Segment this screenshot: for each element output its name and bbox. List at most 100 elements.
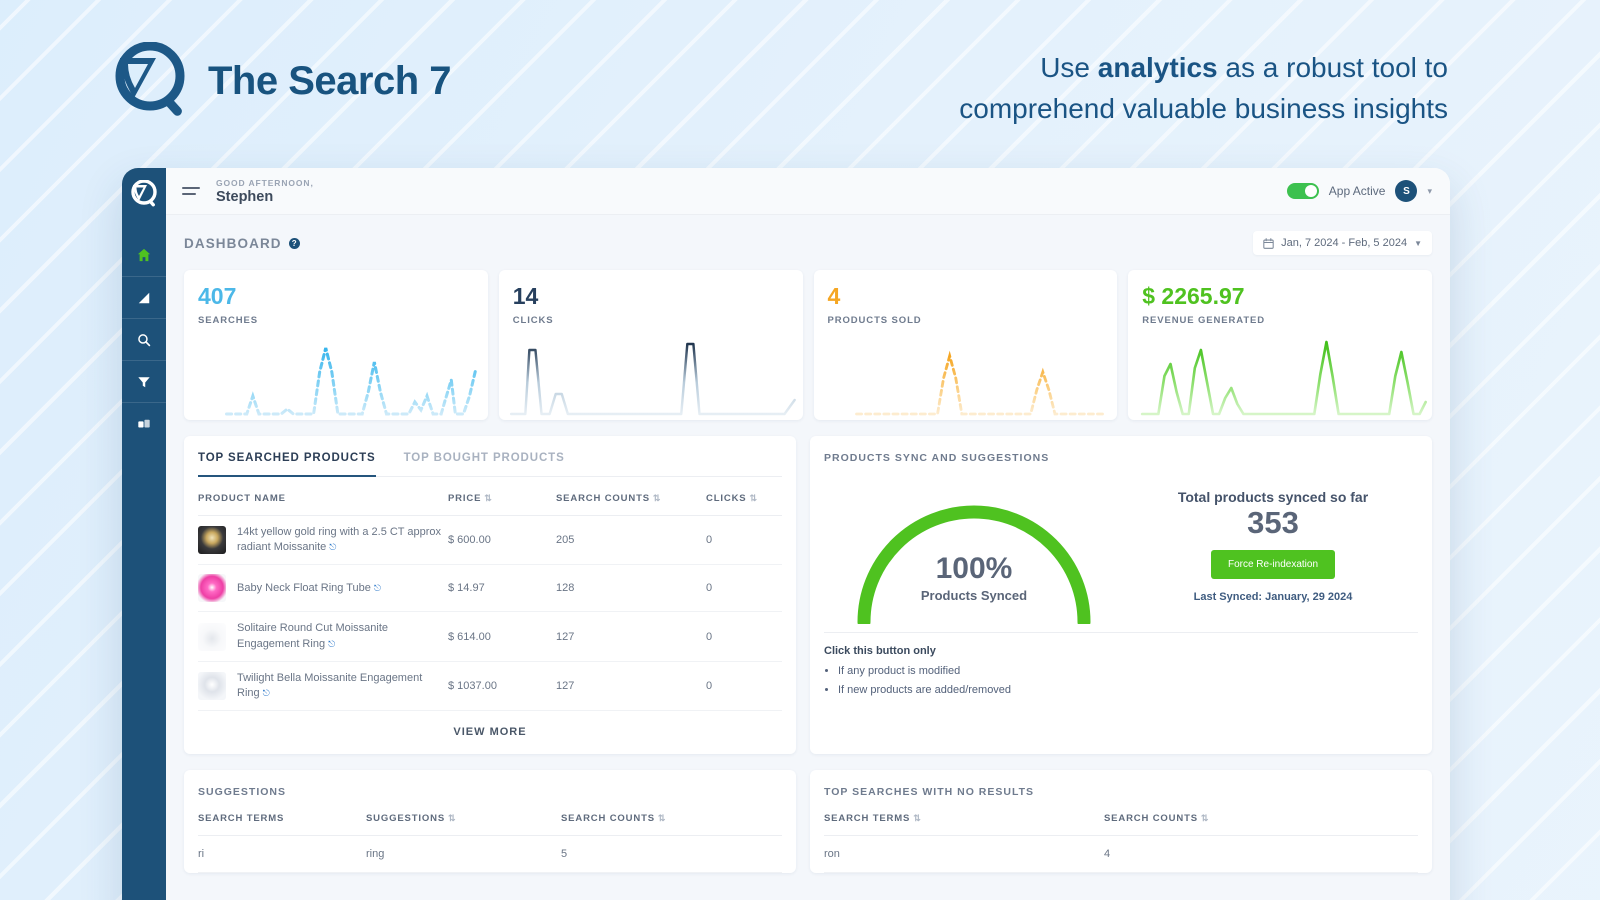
col-search-counts[interactable]: SEARCH COUNTS ⇅: [561, 798, 782, 837]
sync-summary: Total products synced so far 353 Force R…: [1124, 489, 1418, 603]
gauge-percent: 100%: [935, 552, 1013, 585]
table-header-row: SEARCH TERMS ⇅ SEARCH COUNTS ⇅: [824, 798, 1418, 837]
kpi-products-sold-label: PRODUCTS SOLD: [827, 315, 922, 327]
table-row: ri ring 5: [198, 835, 782, 874]
cell-clicks: 0: [706, 564, 782, 613]
suggestions-table: SEARCH TERMS SUGGESTIONS ⇅ SEARCH COUNTS ⇅…: [198, 798, 782, 874]
external-link-icon[interactable]: ⎋: [263, 688, 270, 698]
col-clicks[interactable]: CLICKS ⇅: [706, 477, 782, 516]
cell-search-counts: 205: [556, 515, 706, 566]
promo-header: The Search 7 Use analytics as a robust t…: [0, 0, 1600, 170]
total-synced-heading: Total products synced so far: [1177, 489, 1369, 506]
dashboard-row-3: SUGGESTIONS SEARCH TERMS SUGGESTIONS ⇅ SE…: [184, 770, 1432, 874]
user-name: Stephen: [216, 188, 274, 205]
table-row: 14kt yellow gold ring with a 2.5 CT appr…: [198, 515, 782, 566]
col-search-terms[interactable]: SEARCH TERMS ⇅: [824, 798, 1104, 837]
product-name-text: Baby Neck Float Ring Tube: [237, 581, 371, 594]
table-row: ron 4: [824, 835, 1418, 874]
cell-price: $ 14.97: [448, 564, 556, 613]
sidebar-item-filters[interactable]: [122, 360, 166, 402]
tagline-line2: comprehend valuable business insights: [959, 92, 1448, 124]
force-reindexation-button[interactable]: Force Re-indexation: [1210, 549, 1336, 579]
no-results-title: TOP SEARCHES WITH NO RESULTS: [824, 786, 1035, 799]
col-price[interactable]: PRICE ⇅: [448, 477, 556, 516]
sort-icon: ⇅: [1200, 813, 1210, 824]
col-product-name: PRODUCT NAME: [198, 477, 448, 516]
question-mark-icon[interactable]: ?: [288, 237, 300, 249]
kpi-revenue-value: $ 2265.97: [1142, 283, 1245, 309]
view-more-button[interactable]: VIEW MORE: [198, 711, 782, 754]
col-suggestions[interactable]: SUGGESTIONS ⇅: [366, 798, 561, 837]
products-synced-gauge: 100% Products Synced: [824, 470, 1124, 624]
cards-icon: [138, 419, 150, 427]
date-range-picker[interactable]: Jan, 7 2024 - Feb, 5 2024 ▼: [1253, 231, 1432, 255]
col-search-counts[interactable]: SEARCH COUNTS ⇅: [556, 477, 706, 516]
cell-product-name: Baby Neck Float Ring Tube ⎋: [198, 564, 448, 613]
cell-product-name: 14kt yellow gold ring with a 2.5 CT appr…: [198, 515, 448, 566]
external-link-icon[interactable]: ⎋: [329, 542, 336, 552]
topbar: GOOD AFTERNOON, Stephen App Active S ▾: [166, 168, 1450, 215]
kpi-products-sold: 4 PRODUCTS SOLD: [813, 270, 1118, 420]
search7-mark-icon[interactable]: [131, 180, 157, 208]
external-link-icon[interactable]: ⎋: [374, 583, 381, 593]
table-row: Solitaire Round Cut Moissanite Engagemen…: [198, 611, 782, 662]
top-products-table: PRODUCT NAME PRICE ⇅ SEARCH COUNTS ⇅ CLICK…: [198, 477, 782, 712]
avatar[interactable]: S: [1395, 180, 1418, 202]
chevron-down-icon[interactable]: ▾: [1427, 186, 1432, 197]
sort-icon: ⇅: [484, 493, 493, 503]
last-synced-label: Last Synced: January, 29 2024: [1193, 590, 1353, 603]
sidebar-item-home[interactable]: [122, 234, 166, 276]
tab-top-bought-products[interactable]: TOP BOUGHT PRODUCTS: [404, 436, 565, 477]
cell-search-counts: 127: [556, 611, 706, 662]
sidebar-item-analytics[interactable]: [122, 276, 166, 318]
cell-search-counts: 4: [1104, 835, 1418, 874]
product-name-text: Solitaire Round Cut Moissanite Engagemen…: [237, 622, 389, 650]
page-header: DASHBOARD ? Jan, 7 2024 - Feb, 5 2024 ▼: [184, 231, 1432, 255]
filter-icon: [138, 376, 150, 387]
kpi-revenue-generated: $ 2265.97 REVENUE GENERATED: [1128, 270, 1432, 420]
brand-name: The Search 7: [208, 58, 452, 103]
external-link-icon[interactable]: ⎋: [328, 639, 335, 649]
sort-icon: ⇅: [749, 493, 758, 503]
table-header-row: SEARCH TERMS SUGGESTIONS ⇅ SEARCH COUNTS ⇅: [198, 798, 782, 837]
product-name-text: 14kt yellow gold ring with a 2.5 CT appr…: [237, 526, 442, 554]
table-header-row: PRODUCT NAME PRICE ⇅ SEARCH COUNTS ⇅ CLICK…: [198, 477, 782, 516]
kpi-products-sold-value: 4: [827, 283, 841, 309]
app-window: GOOD AFTERNOON, Stephen App Active S ▾ D…: [122, 168, 1450, 900]
tab-top-searched-products[interactable]: TOP SEARCHED PRODUCTS: [198, 436, 376, 477]
sidebar-item-merchandising[interactable]: [122, 402, 166, 444]
cell-search-term: ri: [198, 835, 366, 874]
page-title: DASHBOARD: [184, 235, 282, 251]
sort-icon: ⇅: [657, 813, 667, 824]
sidebar-item-search[interactable]: [122, 318, 166, 360]
kpi-searches: 407 SEARCHES: [184, 270, 488, 420]
searches-sparkline: [184, 334, 488, 420]
cell-search-counts: 5: [561, 835, 782, 874]
products-tabs: TOP SEARCHED PRODUCTS TOP BOUGHT PRODUCT…: [198, 436, 782, 477]
cell-search-counts: 128: [556, 564, 706, 613]
hamburger-icon[interactable]: [182, 187, 200, 195]
table-row: Twilight Bella Moissanite Engagement Rin…: [198, 661, 782, 712]
col-search-terms: SEARCH TERMS: [198, 798, 366, 837]
sync-note-heading: Click this button only: [824, 645, 936, 657]
promo-tagline: Use analytics as a robust tool to compre…: [959, 48, 1448, 129]
topbar-right: App Active S ▾: [1286, 180, 1432, 202]
app-active-toggle[interactable]: [1286, 183, 1319, 199]
cell-product-name: Twilight Bella Moissanite Engagement Rin…: [198, 661, 448, 712]
no-results-table: SEARCH TERMS ⇅ SEARCH COUNTS ⇅ ron 4: [824, 798, 1418, 874]
no-results-panel: TOP SEARCHES WITH NO RESULTS SEARCH TERM…: [810, 770, 1432, 874]
tagline-pre: Use: [1040, 52, 1098, 83]
sort-icon: ⇅: [652, 493, 662, 503]
products-sync-panel: PRODUCTS SYNC AND SUGGESTIONS 100% Produ…: [810, 436, 1432, 755]
product-thumbnail: [198, 526, 226, 555]
kpi-searches-value: 407: [198, 283, 237, 309]
kpi-cards: 407 SEARCHES 14 CLICKS 4 PRODUCTS SOLD $…: [184, 270, 1432, 420]
top-products-panel: TOP SEARCHED PRODUCTS TOP BOUGHT PRODUCT…: [184, 436, 796, 755]
cell-price: $ 614.00: [448, 611, 556, 662]
kpi-clicks-label: CLICKS: [512, 315, 554, 327]
total-synced-value: 353: [1247, 505, 1299, 541]
magnifier-seven-logo-icon: [115, 42, 185, 116]
products-sync-body: 100% Products Synced Total products sync…: [824, 464, 1418, 624]
col-search-counts[interactable]: SEARCH COUNTS ⇅: [1104, 798, 1418, 837]
sidebar: [122, 168, 166, 900]
